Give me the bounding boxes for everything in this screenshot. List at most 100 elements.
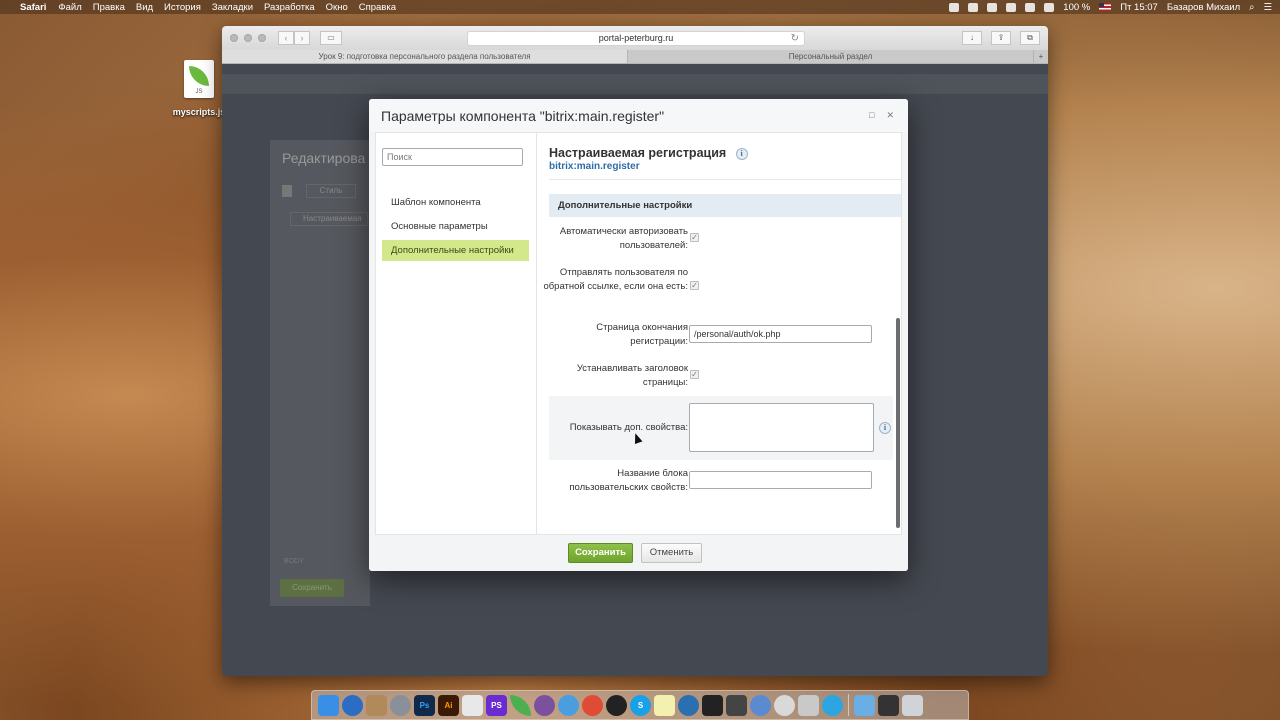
clock[interactable]: Пт 15:07 xyxy=(1120,2,1158,13)
success-page-input[interactable]: /personal/auth/ok.php xyxy=(689,325,872,343)
menu-view[interactable]: Вид xyxy=(136,2,153,13)
forward-button[interactable]: › xyxy=(294,31,310,45)
trash-icon[interactable] xyxy=(902,694,923,716)
bg-style-button: Стиль xyxy=(306,184,356,198)
app-icon[interactable] xyxy=(750,694,771,716)
safari-dock-icon[interactable] xyxy=(342,694,363,716)
dialog-header: Параметры компонента "bitrix:main.regist… xyxy=(369,99,908,132)
props-block-name-input[interactable] xyxy=(689,471,872,489)
obs-icon[interactable] xyxy=(606,694,627,716)
zoom-window-icon[interactable] xyxy=(258,34,266,42)
dialog-footer: Сохранить Отменить xyxy=(369,535,908,571)
bg-body-label: BODY xyxy=(284,558,304,565)
cancel-button[interactable]: Отменить xyxy=(641,543,702,563)
finder-icon[interactable] xyxy=(318,694,339,716)
wifi-icon[interactable] xyxy=(1006,2,1017,12)
tab-lesson[interactable]: Урок 9: подготовка персонального раздела… xyxy=(222,50,628,63)
component-code: bitrix:main.register xyxy=(549,161,640,172)
chrome-icon[interactable] xyxy=(582,694,603,716)
info-icon[interactable]: i xyxy=(735,147,748,160)
sidebar-toggle-icon[interactable]: ▭ xyxy=(320,31,342,45)
status-icon[interactable] xyxy=(987,2,998,12)
photoshop-icon[interactable]: Ps xyxy=(414,694,435,716)
video-editor-icon[interactable] xyxy=(726,694,747,716)
menu-window[interactable]: Окно xyxy=(326,2,348,13)
save-button[interactable]: Сохранить xyxy=(568,543,633,563)
desktop-file-myscripts[interactable]: JS myscripts.js xyxy=(171,60,227,117)
user-name[interactable]: Базаров Михаил xyxy=(1167,2,1240,13)
bg-save-button: Сохранить xyxy=(280,579,344,597)
menu-file[interactable]: Файл xyxy=(58,2,81,13)
back-button[interactable]: ‹ xyxy=(278,31,294,45)
maximize-icon[interactable]: □ xyxy=(869,110,874,121)
param-label-props-block-name: Название блока пользовательских свойств: xyxy=(569,468,688,493)
tab-bar: Урок 9: подготовка персонального раздела… xyxy=(222,50,1048,64)
show-props-textarea[interactable] xyxy=(689,403,874,452)
search-input[interactable]: Поиск xyxy=(382,148,523,166)
menu-history[interactable]: История xyxy=(164,2,201,13)
downloads-icon[interactable]: ↓ xyxy=(962,31,982,45)
checkbox-set-title[interactable]: ✓ xyxy=(690,370,699,379)
new-tab-button[interactable]: + xyxy=(1034,50,1048,63)
file-ext-label: JS xyxy=(195,89,203,95)
airplay-icon[interactable] xyxy=(1025,2,1036,12)
param-label-send-user: Отправлять пользователя по обратной ссыл… xyxy=(543,267,688,292)
app-icon[interactable] xyxy=(798,694,819,716)
phpstorm-icon[interactable]: PS xyxy=(486,694,507,716)
nav-item-additional[interactable]: Дополнительные настройки xyxy=(382,240,529,261)
params-panel: Настраиваемая регистрация i bitrix:main.… xyxy=(538,133,902,534)
edge-icon[interactable] xyxy=(678,694,699,716)
close-window-icon[interactable] xyxy=(230,34,238,42)
address-bar[interactable]: portal-peterburg.ru ↻ xyxy=(467,31,805,46)
menu-help[interactable]: Справка xyxy=(359,2,396,13)
notes-icon[interactable] xyxy=(654,694,675,716)
reload-icon[interactable]: ↻ xyxy=(791,32,799,45)
battery-percent[interactable]: 100 % xyxy=(1063,2,1090,13)
app-icon[interactable] xyxy=(878,694,899,716)
input-source-flag-icon[interactable] xyxy=(1099,3,1112,11)
app-icon[interactable] xyxy=(366,694,387,716)
tabs-overview-icon[interactable]: ⧉ xyxy=(1020,31,1040,45)
minimize-window-icon[interactable] xyxy=(244,34,252,42)
show-props-info-icon[interactable]: i xyxy=(879,422,891,434)
address-url: portal-peterburg.ru xyxy=(598,33,674,43)
window-controls xyxy=(230,34,266,42)
close-icon[interactable]: ✕ xyxy=(886,110,894,121)
background-editor-panel: Редактирова Стиль Настраиваемая BODY Сох… xyxy=(270,140,370,606)
nav-item-basic[interactable]: Основные параметры xyxy=(382,216,529,237)
leaf-app-icon[interactable] xyxy=(510,694,531,716)
viber-icon[interactable] xyxy=(534,694,555,716)
photos-icon[interactable] xyxy=(774,694,795,716)
checkbox-send-user[interactable]: ✓ xyxy=(690,281,699,290)
section-heading: Дополнительные настройки xyxy=(549,194,901,217)
folder-icon[interactable] xyxy=(854,694,875,716)
illustrator-icon[interactable]: Ai xyxy=(438,694,459,716)
menu-develop[interactable]: Разработка xyxy=(264,2,315,13)
document-icon[interactable] xyxy=(462,694,483,716)
nav-item-template[interactable]: Шаблон компонента xyxy=(382,192,529,213)
terminal-icon[interactable] xyxy=(702,694,723,716)
checkbox-auto-auth[interactable]: ✓ xyxy=(690,233,699,242)
status-icon[interactable] xyxy=(949,2,960,12)
menu-app-name[interactable]: Safari xyxy=(20,2,46,13)
app-store-icon[interactable] xyxy=(558,694,579,716)
component-title: Настраиваемая регистрация i xyxy=(549,146,748,160)
spotlight-icon[interactable]: ⌕ xyxy=(1249,2,1254,13)
notification-center-icon[interactable]: ☰ xyxy=(1263,2,1272,13)
dock: Ps Ai PS S xyxy=(311,690,969,720)
component-name: Настраиваемая регистрация xyxy=(549,146,727,160)
menu-edit[interactable]: Правка xyxy=(93,2,125,13)
params-nav: Поиск Шаблон компонента Основные парамет… xyxy=(376,133,537,534)
skype-icon[interactable]: S xyxy=(630,694,651,716)
share-icon[interactable]: ⇪ xyxy=(991,31,1011,45)
launchpad-icon[interactable] xyxy=(390,694,411,716)
tab-personal[interactable]: Персональный раздел xyxy=(628,50,1034,63)
param-label-auto-auth: Автоматически авторизовать пользователей… xyxy=(559,226,688,251)
volume-icon[interactable] xyxy=(1044,2,1055,12)
status-icon[interactable] xyxy=(968,2,979,12)
params-scrollbar[interactable] xyxy=(896,318,900,528)
menu-bookmarks[interactable]: Закладки xyxy=(212,2,253,13)
component-params-dialog: Параметры компонента "bitrix:main.regist… xyxy=(369,99,908,571)
telegram-icon[interactable] xyxy=(822,694,843,716)
dock-separator xyxy=(848,694,849,716)
